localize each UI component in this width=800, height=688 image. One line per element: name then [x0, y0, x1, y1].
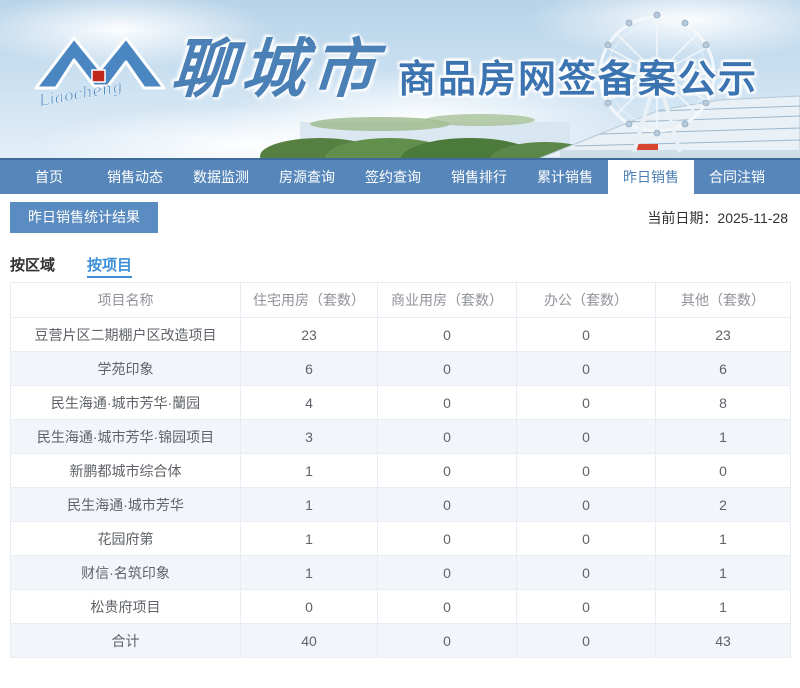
count-cell: 0 — [517, 624, 656, 658]
page-title: 商品房网签备案公示 — [398, 48, 758, 103]
count-cell: 1 — [656, 556, 791, 590]
stats-table: 项目名称住宅用房（套数）商业用房（套数）办公（套数）其他（套数） 豆营片区二期棚… — [10, 282, 791, 658]
nav-item-data-monitoring[interactable]: 数据监测 — [178, 160, 264, 194]
count-cell: 0 — [517, 352, 656, 386]
nav-item-home[interactable]: 首页 — [6, 160, 92, 194]
view-tab-by-project[interactable]: 按项目 — [87, 254, 132, 278]
count-cell: 0 — [517, 420, 656, 454]
count-cell: 0 — [378, 556, 517, 590]
count-cell: 0 — [378, 522, 517, 556]
count-cell: 0 — [378, 352, 517, 386]
table-row: 新鹏都城市综合体1000 — [11, 454, 791, 488]
nav-item-cumulative-sales[interactable]: 累计销售 — [522, 160, 608, 194]
count-cell: 6 — [656, 352, 791, 386]
stats-table-wrap: 项目名称住宅用房（套数）商业用房（套数）办公（套数）其他（套数） 豆营片区二期棚… — [0, 278, 800, 658]
count-cell: 8 — [656, 386, 791, 420]
table-header-row: 项目名称住宅用房（套数）商业用房（套数）办公（套数）其他（套数） — [11, 283, 791, 318]
distant-island — [425, 114, 535, 126]
table-row: 松贵府项目0001 — [11, 590, 791, 624]
project-name-cell: 民生海通·城市芳华·蘭园 — [11, 386, 241, 420]
count-cell: 6 — [241, 352, 378, 386]
current-date-label: 当前日期： — [647, 210, 717, 226]
toolbar: 昨日销售统计结果 当前日期：2025-11-28 — [0, 194, 800, 240]
count-cell: 0 — [517, 522, 656, 556]
count-cell: 0 — [656, 454, 791, 488]
project-name-cell: 学苑印象 — [11, 352, 241, 386]
table-row: 民生海通·城市芳华·锦园项目3001 — [11, 420, 791, 454]
count-cell: 40 — [241, 624, 378, 658]
nav-item-signing-query[interactable]: 签约查询 — [350, 160, 436, 194]
count-cell: 0 — [517, 386, 656, 420]
count-cell: 0 — [378, 386, 517, 420]
count-cell: 1 — [656, 420, 791, 454]
table-row: 财信·名筑印象1001 — [11, 556, 791, 590]
count-cell: 0 — [517, 318, 656, 352]
column-header: 其他（套数） — [656, 283, 791, 318]
count-cell: 0 — [378, 624, 517, 658]
count-cell: 0 — [378, 420, 517, 454]
view-tabs: 按区域 按项目 — [0, 240, 800, 278]
yesterday-sales-stats-button[interactable]: 昨日销售统计结果 — [10, 202, 158, 233]
count-cell: 4 — [241, 386, 378, 420]
project-name-cell: 豆营片区二期棚户区改造项目 — [11, 318, 241, 352]
project-name-cell: 花园府第 — [11, 522, 241, 556]
count-cell: 1 — [241, 522, 378, 556]
nav-item-contract-cancellation[interactable]: 合同注销 — [694, 160, 780, 194]
count-cell: 0 — [517, 590, 656, 624]
count-cell: 1 — [656, 522, 791, 556]
count-cell: 0 — [241, 590, 378, 624]
column-header: 项目名称 — [11, 283, 241, 318]
count-cell: 1 — [241, 454, 378, 488]
project-name-cell: 民生海通·城市芳华·锦园项目 — [11, 420, 241, 454]
main-nav: 首页销售动态数据监测房源查询签约查询销售排行累计销售昨日销售合同注销 — [0, 158, 800, 194]
count-cell: 3 — [241, 420, 378, 454]
table-row: 花园府第1001 — [11, 522, 791, 556]
count-cell: 0 — [517, 454, 656, 488]
count-cell: 2 — [656, 488, 791, 522]
count-cell: 43 — [656, 624, 791, 658]
view-tab-by-region[interactable]: 按区域 — [10, 254, 55, 278]
table-row: 民生海通·城市芳华·蘭园4008 — [11, 386, 791, 420]
count-cell: 0 — [378, 488, 517, 522]
count-cell: 1 — [656, 590, 791, 624]
nav-item-sales-ranking[interactable]: 销售排行 — [436, 160, 522, 194]
column-header: 商业用房（套数） — [378, 283, 517, 318]
count-cell: 23 — [656, 318, 791, 352]
column-header: 办公（套数） — [517, 283, 656, 318]
table-row: 民生海通·城市芳华1002 — [11, 488, 791, 522]
count-cell: 1 — [241, 556, 378, 590]
project-name-cell: 新鹏都城市综合体 — [11, 454, 241, 488]
project-name-cell: 财信·名筑印象 — [11, 556, 241, 590]
count-cell: 0 — [517, 556, 656, 590]
count-cell: 0 — [378, 318, 517, 352]
count-cell: 0 — [517, 488, 656, 522]
project-name-cell: 合计 — [11, 624, 241, 658]
table-row: 学苑印象6006 — [11, 352, 791, 386]
count-cell: 0 — [378, 590, 517, 624]
table-total-row: 合计400043 — [11, 624, 791, 658]
page-banner: Liaocheng 聊城市 商品房网签备案公示 — [0, 0, 800, 158]
site-logo: Liaocheng — [28, 26, 173, 111]
nav-item-listing-query[interactable]: 房源查询 — [264, 160, 350, 194]
count-cell: 23 — [241, 318, 378, 352]
project-name-cell: 民生海通·城市芳华 — [11, 488, 241, 522]
count-cell: 1 — [241, 488, 378, 522]
current-date: 当前日期：2025-11-28 — [647, 208, 788, 228]
project-name-cell: 松贵府项目 — [11, 590, 241, 624]
column-header: 住宅用房（套数） — [241, 283, 378, 318]
site-name: 聊城市 — [169, 18, 385, 110]
count-cell: 0 — [378, 454, 517, 488]
current-date-value: 2025-11-28 — [717, 210, 788, 226]
table-row: 豆营片区二期棚户区改造项目230023 — [11, 318, 791, 352]
table-body: 豆营片区二期棚户区改造项目230023学苑印象6006民生海通·城市芳华·蘭园4… — [11, 318, 791, 658]
logo-mountain-icon: Liaocheng — [28, 26, 173, 111]
nav-item-sales-dynamics[interactable]: 销售动态 — [92, 160, 178, 194]
